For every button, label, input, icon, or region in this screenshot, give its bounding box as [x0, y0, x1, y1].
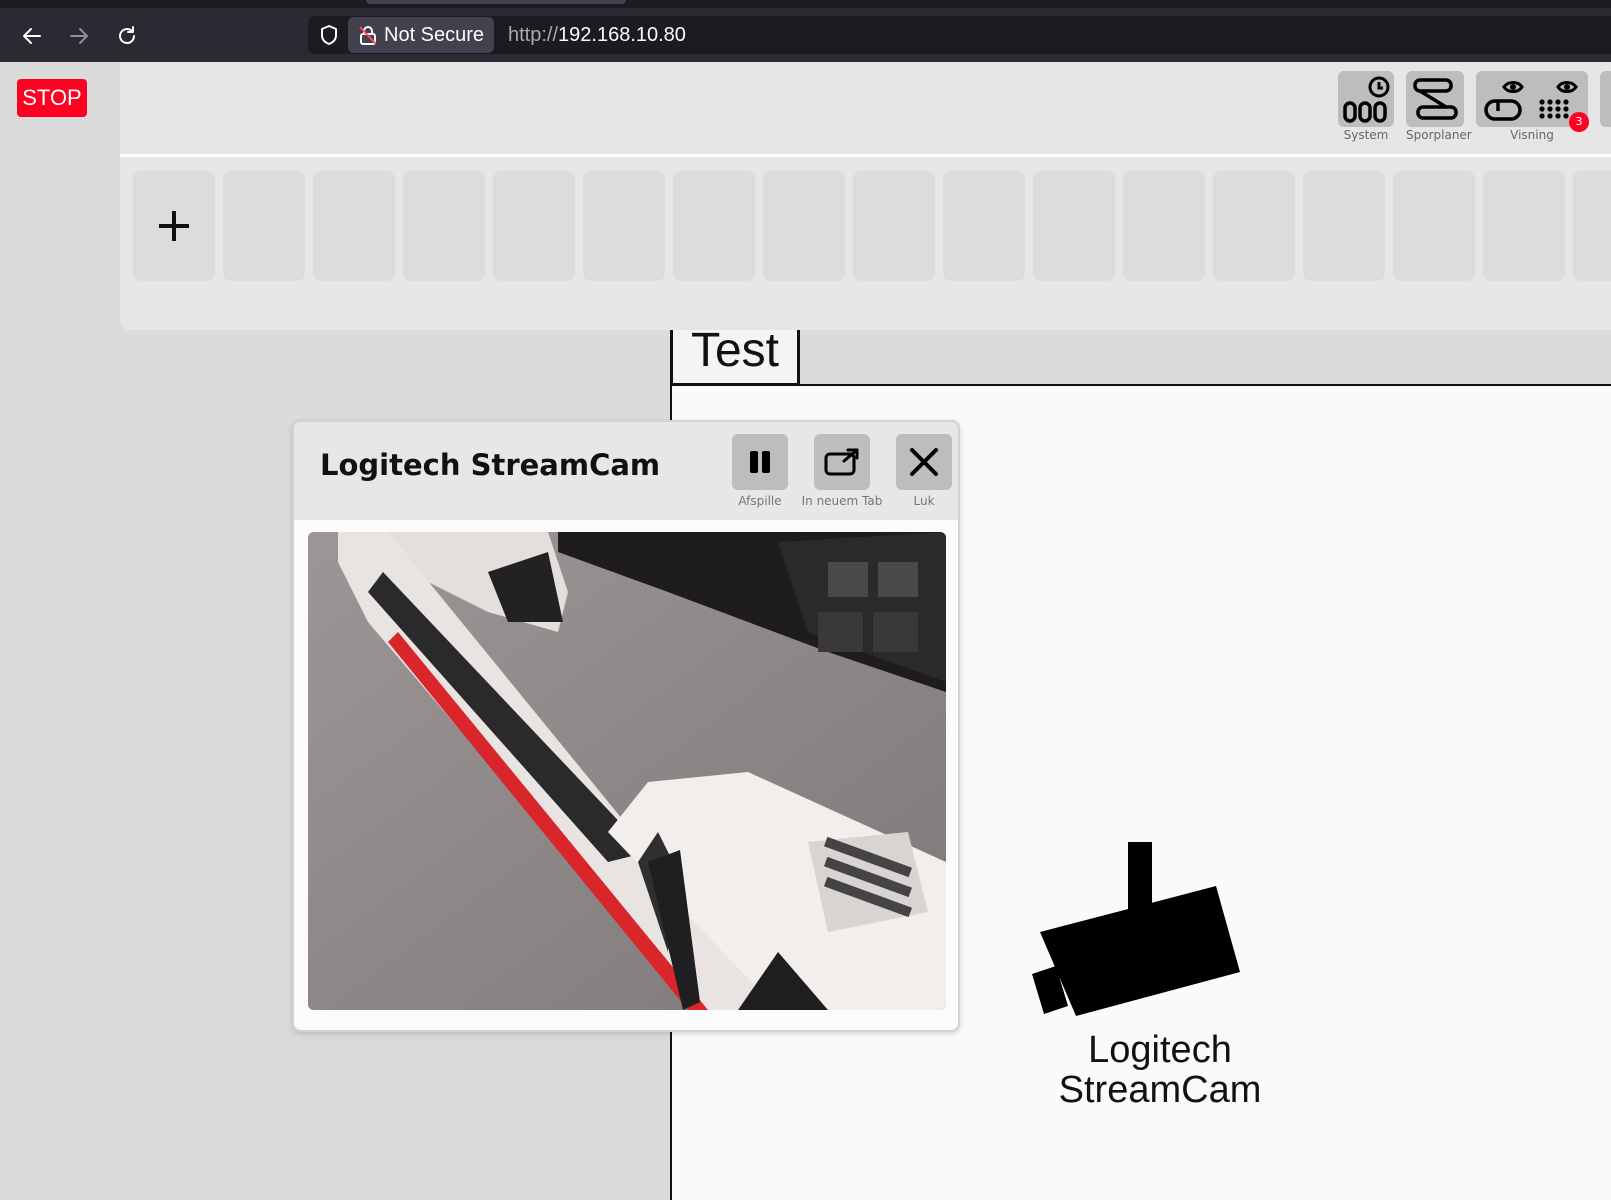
- camera-video-stream[interactable]: [308, 532, 946, 1010]
- empty-slot[interactable]: [763, 171, 845, 281]
- system-clock-icon: [1343, 76, 1390, 123]
- url-scheme: http://: [508, 24, 559, 46]
- view-eye-icon: [1484, 81, 1524, 121]
- plus-icon: [159, 211, 189, 241]
- active-tab[interactable]: [366, 0, 626, 4]
- visning-button[interactable]: Visning: [1476, 71, 1588, 147]
- empty-slot[interactable]: [313, 171, 395, 281]
- system-label: System: [1343, 128, 1389, 142]
- play-pause-button[interactable]: Afspille: [732, 434, 788, 508]
- shield-icon[interactable]: [318, 24, 340, 46]
- video-frame-image: [308, 532, 946, 1010]
- empty-slot[interactable]: [1033, 171, 1115, 281]
- site-security-indicator[interactable]: Not Secure: [348, 17, 495, 53]
- toolbar-divider: [120, 154, 1611, 157]
- close-tile: [896, 434, 952, 490]
- open-new-tab-button[interactable]: In neuem Tab: [802, 434, 882, 508]
- layout-tab-test[interactable]: Test: [670, 327, 800, 386]
- visning-label: Visning: [1510, 128, 1554, 142]
- track-plan-icon: [1413, 78, 1458, 120]
- empty-slot[interactable]: [673, 171, 755, 281]
- camera-widget-label[interactable]: Logitech StreamCam: [1020, 1030, 1300, 1110]
- stop-button[interactable]: STOP: [17, 79, 87, 117]
- forward-arrow-icon: [70, 28, 88, 44]
- sporplaner-tile: [1406, 71, 1464, 127]
- sporplaner-button[interactable]: Sporplaner: [1406, 71, 1472, 147]
- browser-toolbar: Not Secure http://192.168.10.80: [0, 0, 1611, 62]
- dialog-title: Logitech StreamCam: [320, 448, 661, 482]
- system-tile: [1338, 71, 1394, 127]
- address-bar[interactable]: Not Secure http://192.168.10.80: [308, 16, 1611, 54]
- add-slot-button[interactable]: [133, 171, 215, 281]
- open-new-tab-icon: [824, 448, 859, 476]
- insecure-lock-icon: [359, 26, 377, 45]
- pause-icon: [750, 451, 770, 473]
- empty-slot[interactable]: [1483, 171, 1565, 281]
- url-host: 192.168.10.80: [558, 24, 686, 46]
- empty-slot[interactable]: [1213, 171, 1295, 281]
- forward-button[interactable]: [61, 18, 97, 54]
- empty-slot[interactable]: [403, 171, 485, 281]
- tab-strip: [0, 0, 1611, 8]
- back-button[interactable]: [14, 18, 50, 54]
- dialog-body: [294, 520, 958, 1030]
- empty-slot[interactable]: [853, 171, 935, 281]
- empty-slot[interactable]: [1303, 171, 1385, 281]
- back-arrow-icon: [23, 28, 41, 44]
- empty-slot[interactable]: [1123, 171, 1205, 281]
- reload-icon: [119, 26, 135, 44]
- top-panel: System Sporplaner Visning 3: [120, 62, 1611, 330]
- empty-slot[interactable]: [493, 171, 575, 281]
- close-label: Luk: [913, 494, 935, 508]
- close-button[interactable]: Luk: [896, 434, 952, 508]
- url-text[interactable]: http://192.168.10.80: [508, 16, 686, 54]
- camera-dialog: Logitech StreamCam Afspille In neuem Tab…: [292, 420, 960, 1032]
- empty-slot[interactable]: [583, 171, 665, 281]
- close-icon: [910, 448, 938, 476]
- toolbar-overflow-tile: [1600, 71, 1611, 127]
- toolbar-overflow-button[interactable]: [1600, 71, 1611, 147]
- empty-slot[interactable]: [1393, 171, 1475, 281]
- notification-badge: 3: [1569, 112, 1589, 132]
- open-new-tab-tile: [814, 434, 870, 490]
- system-button[interactable]: System: [1338, 71, 1394, 147]
- reload-button[interactable]: [109, 18, 145, 54]
- empty-slot[interactable]: [1573, 171, 1611, 281]
- empty-slot[interactable]: [223, 171, 305, 281]
- play-pause-tile: [732, 434, 788, 490]
- not-secure-label: Not Secure: [384, 24, 485, 46]
- sporplaner-label: Sporplaner: [1406, 128, 1472, 142]
- empty-slot[interactable]: [943, 171, 1025, 281]
